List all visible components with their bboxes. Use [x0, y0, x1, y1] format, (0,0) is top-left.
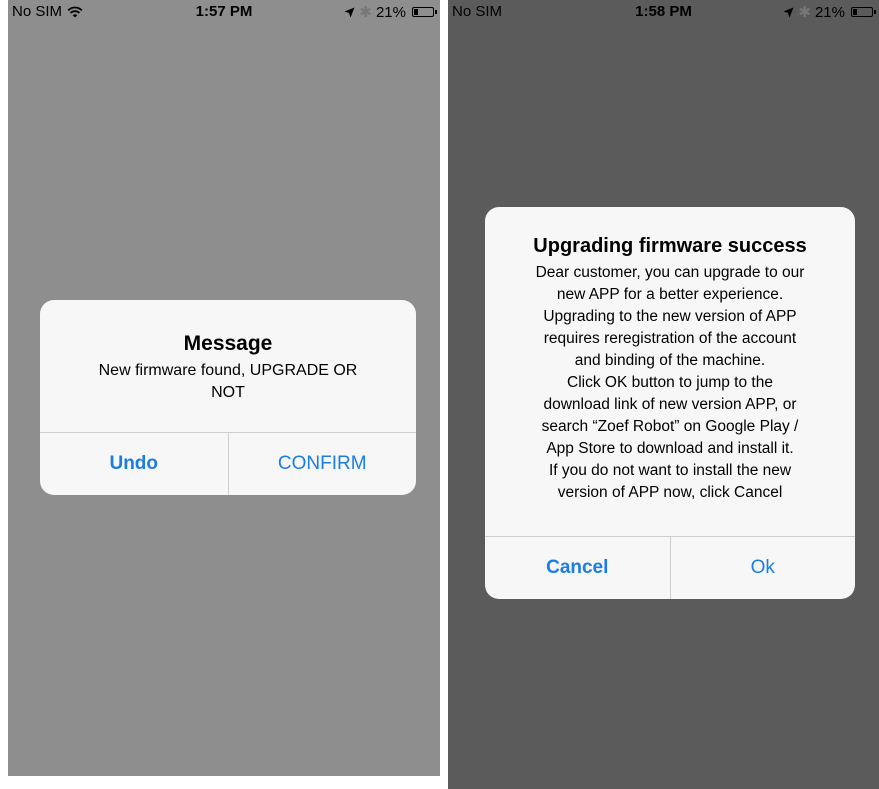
alert-message: New firmware found, UPGRADE OR NOT — [64, 360, 392, 404]
battery-fill — [853, 9, 857, 15]
alert-button-row: Undo CONFIRM — [40, 432, 416, 495]
message-line: search “Zoef Robot” on Google Play / — [541, 418, 799, 435]
alert-title: Upgrading firmware success — [533, 235, 807, 257]
undo-button[interactable]: Undo — [40, 433, 228, 495]
battery-percent: 21% — [375, 3, 406, 21]
alert-title: Message — [183, 332, 273, 355]
message-line: version of APP now, click Cancel — [557, 484, 783, 501]
message-line: new APP for a better experience. — [556, 286, 784, 303]
battery-icon — [851, 7, 876, 17]
message-line: requires reregistration of the account — [543, 330, 797, 347]
message-line: Click OK button to jump to the — [567, 374, 773, 391]
message-line: and binding of the machine. — [574, 352, 766, 369]
message-line: New firmware found, UPGRADE OR — [98, 362, 358, 379]
battery-icon — [412, 7, 437, 17]
message-line: App Store to download and install it. — [546, 440, 794, 457]
bluetooth-icon: ✱ — [798, 4, 811, 21]
message-line: Upgrading to the new version of APP — [543, 308, 797, 325]
cancel-button[interactable]: Cancel — [485, 537, 670, 599]
battery-fill — [414, 9, 418, 15]
battery-percent: 21% — [814, 3, 845, 21]
message-line: NOT — [211, 384, 245, 401]
right-screen: No SIM 1:58 PM ✱ 21% Upgrading firmware … — [448, 0, 879, 789]
ok-button[interactable]: Ok — [669, 537, 856, 599]
message-line: download link of new version APP, or — [543, 396, 797, 413]
alert-button-row: Cancel Ok — [485, 536, 855, 599]
message-line: Dear customer, you can upgrade to our — [535, 264, 805, 281]
location-arrow-icon — [783, 7, 794, 17]
message-line: If you do not want to install the new — [548, 462, 792, 479]
confirm-button[interactable]: CONFIRM — [227, 433, 417, 495]
alert-message: Dear customer, you can upgrade to our new… — [499, 262, 841, 504]
location-arrow-icon — [344, 7, 355, 17]
status-bar: No SIM 1:57 PM ✱ 21% — [8, 0, 440, 22]
status-right-group: ✱ 21% — [783, 3, 876, 21]
firmware-alert-dialog: Message New firmware found, UPGRADE OR N… — [40, 300, 416, 495]
left-screen: No SIM 1:57 PM ✱ 21% Message New firmwar… — [8, 0, 440, 776]
status-bar: No SIM 1:58 PM ✱ 21% — [448, 0, 879, 22]
bluetooth-icon: ✱ — [359, 4, 372, 21]
status-right-group: ✱ 21% — [344, 3, 437, 21]
upgrade-success-alert-dialog: Upgrading firmware success Dear customer… — [485, 207, 855, 599]
